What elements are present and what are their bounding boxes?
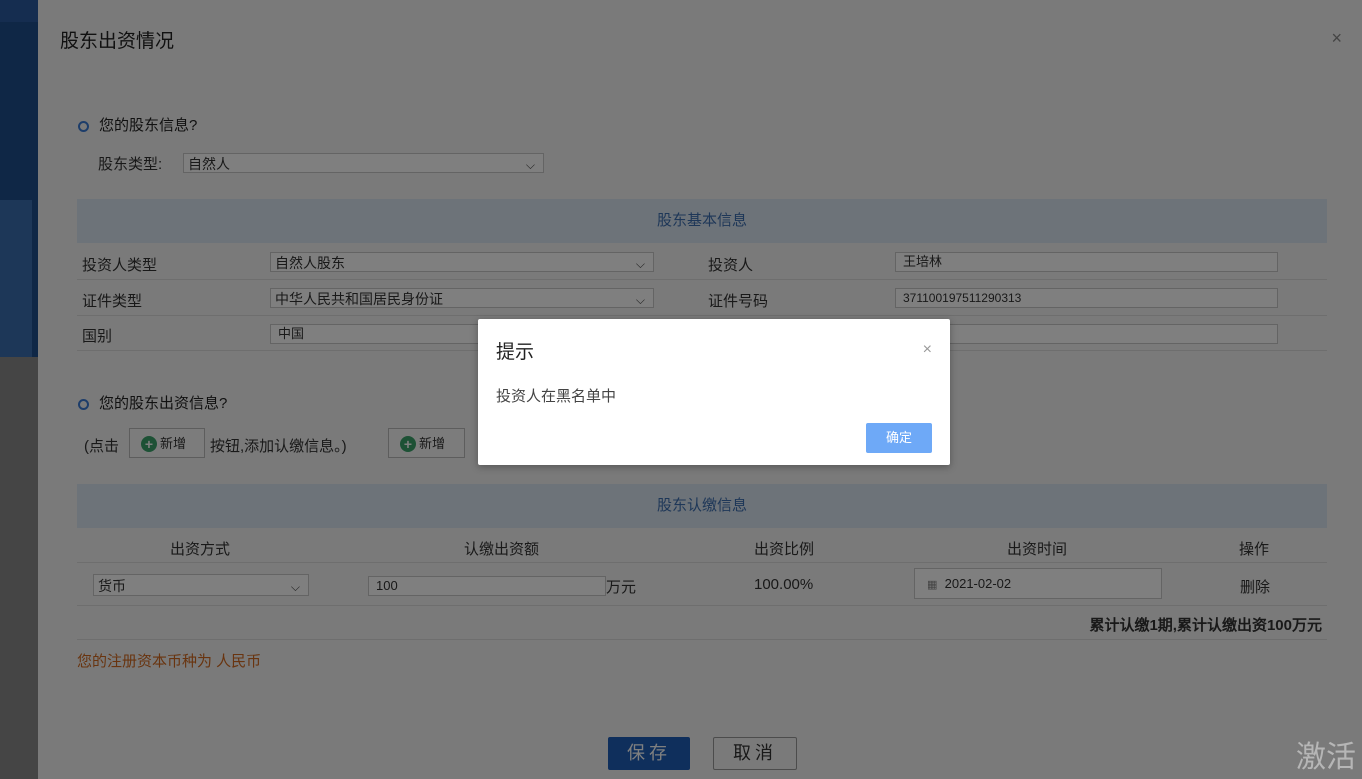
dialog-message: 投资人在黑名单中 <box>496 388 617 405</box>
alert-dialog: 提示 × 投资人在黑名单中 确定 <box>478 319 950 465</box>
activation-watermark: 激活 <box>1296 741 1356 774</box>
dialog-title: 提示 <box>496 342 535 363</box>
dialog-ok-button[interactable]: 确定 <box>866 423 932 453</box>
dialog-close-icon[interactable]: × <box>923 341 932 359</box>
